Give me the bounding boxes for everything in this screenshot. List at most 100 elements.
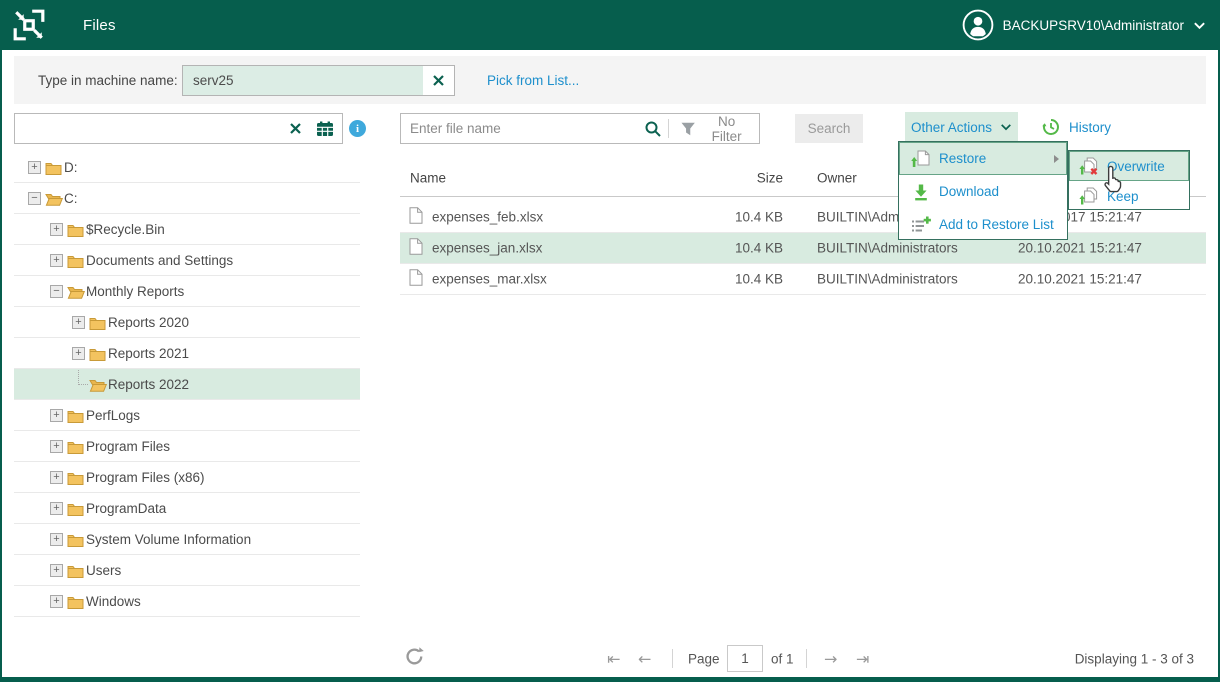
toolbar-divider [668, 119, 669, 138]
table-row[interactable]: expenses_jan.xlsx 10.4 KB BUILTIN\Administ… [400, 233, 1206, 264]
search-button[interactable]: Search [795, 114, 863, 143]
menu-item-keep[interactable]: Keep [1069, 181, 1189, 211]
restore-point-calendar-button[interactable] [310, 114, 340, 143]
column-header-name[interactable]: Name [410, 171, 446, 186]
tree-item-label: Documents and Settings [86, 252, 234, 268]
folder-open-icon [67, 285, 86, 302]
info-icon[interactable]: i [349, 120, 366, 137]
close-icon [289, 123, 301, 134]
tree-item-users[interactable]: + Users [14, 555, 360, 586]
column-header-size[interactable]: Size [660, 171, 783, 186]
tree-item-documents-and-settings[interactable]: + Documents and Settings [14, 245, 360, 276]
frame-border-bottom [0, 677, 1220, 682]
last-page-button[interactable]: ⇥ [856, 649, 869, 668]
history-label: History [1069, 119, 1112, 135]
pick-from-list-link[interactable]: Pick from List... [487, 56, 579, 104]
first-page-button[interactable]: ⇤ [607, 649, 620, 668]
menu-item-label: Restore [939, 151, 987, 166]
tree-item-program-files-x86[interactable]: + Program Files (x86) [14, 462, 360, 493]
expand-icon[interactable]: + [50, 439, 63, 453]
tree-item-reports-2021[interactable]: + Reports 2021 [14, 338, 360, 369]
column-header-owner[interactable]: Owner [817, 171, 857, 186]
overwrite-icon [1079, 157, 1099, 176]
tree-item-monthly-reports[interactable]: − Monthly Reports [14, 276, 360, 307]
tree-item-d[interactable]: + D: [14, 152, 360, 183]
menu-item-add-to-restore-list[interactable]: Add to Restore List [899, 208, 1067, 241]
folder-icon [45, 161, 62, 178]
tree-item-windows[interactable]: + Windows [14, 586, 360, 617]
file-name-input[interactable] [401, 114, 636, 143]
machine-clear-button[interactable] [423, 66, 454, 95]
search-icon [645, 121, 661, 137]
file-icon [409, 207, 423, 227]
user-menu[interactable]: BACKUPSRV10\Administrator [962, 0, 1206, 50]
next-page-button[interactable]: → [824, 649, 837, 668]
expand-icon[interactable]: + [28, 160, 41, 174]
tree-item-label: ProgramData [86, 500, 167, 516]
folder-icon [67, 471, 84, 488]
app-logo-icon [13, 9, 45, 41]
collapse-icon[interactable]: − [28, 191, 41, 205]
machine-name-input[interactable] [183, 66, 424, 95]
machine-name-field [182, 65, 455, 96]
cell-owner: BUILTIN\Administrators [817, 240, 958, 256]
tree-item-perflogs[interactable]: + PerfLogs [14, 400, 360, 431]
pager-divider [672, 649, 673, 668]
expand-icon[interactable]: + [50, 408, 63, 422]
tree-item-programdata[interactable]: + ProgramData [14, 493, 360, 524]
expand-icon[interactable]: + [50, 501, 63, 515]
file-search-submit-button[interactable] [639, 114, 667, 143]
keep-icon [1079, 187, 1099, 206]
chevron-down-icon [1001, 124, 1011, 131]
menu-item-label: Add to Restore List [939, 217, 1054, 232]
expand-icon[interactable]: + [50, 563, 63, 577]
folder-icon [67, 533, 84, 550]
other-actions-button[interactable]: Other Actions [905, 112, 1018, 142]
tree-item-label: PerfLogs [86, 407, 141, 423]
filter-funnel-icon [681, 122, 695, 135]
folder-icon [67, 502, 84, 519]
menu-item-overwrite[interactable]: Overwrite [1069, 151, 1189, 181]
tree-item-program-files[interactable]: + Program Files [14, 431, 360, 462]
file-list: expenses_feb.xlsx 10.4 KB BUILTIN\Administ… [400, 202, 1206, 295]
cell-name: expenses_feb.xlsx [432, 209, 544, 225]
tree-item-label: Program Files (x86) [86, 469, 205, 485]
expand-icon[interactable]: + [50, 532, 63, 546]
menu-item-download[interactable]: Download [899, 175, 1067, 208]
tree-item-label: Reports 2021 [108, 345, 190, 361]
chevron-down-icon [1194, 22, 1205, 29]
expand-icon[interactable]: + [50, 253, 63, 267]
cell-modified: 20.10.2021 15:21:47 [1018, 271, 1142, 287]
submenu-arrow-icon [1054, 154, 1059, 163]
tree-item-reports-2022[interactable]: Reports 2022 [14, 369, 360, 400]
add-to-restore-list-icon [911, 216, 931, 234]
prev-page-button[interactable]: ← [638, 649, 651, 668]
collapse-icon[interactable]: − [50, 284, 63, 298]
tree-item-c[interactable]: − C: [14, 183, 360, 214]
expand-icon[interactable]: + [50, 222, 63, 236]
tree-search-clear-button[interactable] [280, 114, 310, 143]
filter-button[interactable]: No Filter [673, 114, 759, 144]
expand-icon[interactable]: + [72, 315, 85, 329]
refresh-button[interactable] [400, 644, 428, 672]
tree-search-box [14, 113, 343, 144]
expand-icon[interactable]: + [72, 346, 85, 360]
folder-open-icon [89, 378, 108, 395]
expand-icon[interactable]: + [50, 594, 63, 608]
tree-item-recycle-bin[interactable]: + $Recycle.Bin [14, 214, 360, 245]
folder-tree: + D: − C: + $Recycle.Bin + Documents and Settin… [14, 152, 360, 617]
other-actions-menu: Restore Download Add to Restore List [898, 141, 1068, 240]
tree-item-reports-2020[interactable]: + Reports 2020 [14, 307, 360, 338]
menu-item-restore[interactable]: Restore [899, 142, 1067, 175]
tree-search-input[interactable] [15, 114, 280, 143]
tree-item-system-volume-information[interactable]: + System Volume Information [14, 524, 360, 555]
history-button[interactable]: History [1035, 112, 1117, 142]
tree-item-label: D: [64, 159, 78, 175]
history-clock-icon [1042, 119, 1059, 135]
table-row[interactable]: expenses_mar.xlsx 10.4 KB BUILTIN\Administ… [400, 264, 1206, 295]
page-input[interactable] [727, 645, 763, 672]
expand-icon[interactable]: + [50, 470, 63, 484]
machine-name-label: Type in machine name: [38, 72, 178, 88]
download-icon [911, 183, 931, 201]
tree-item-label: Users [86, 562, 122, 578]
